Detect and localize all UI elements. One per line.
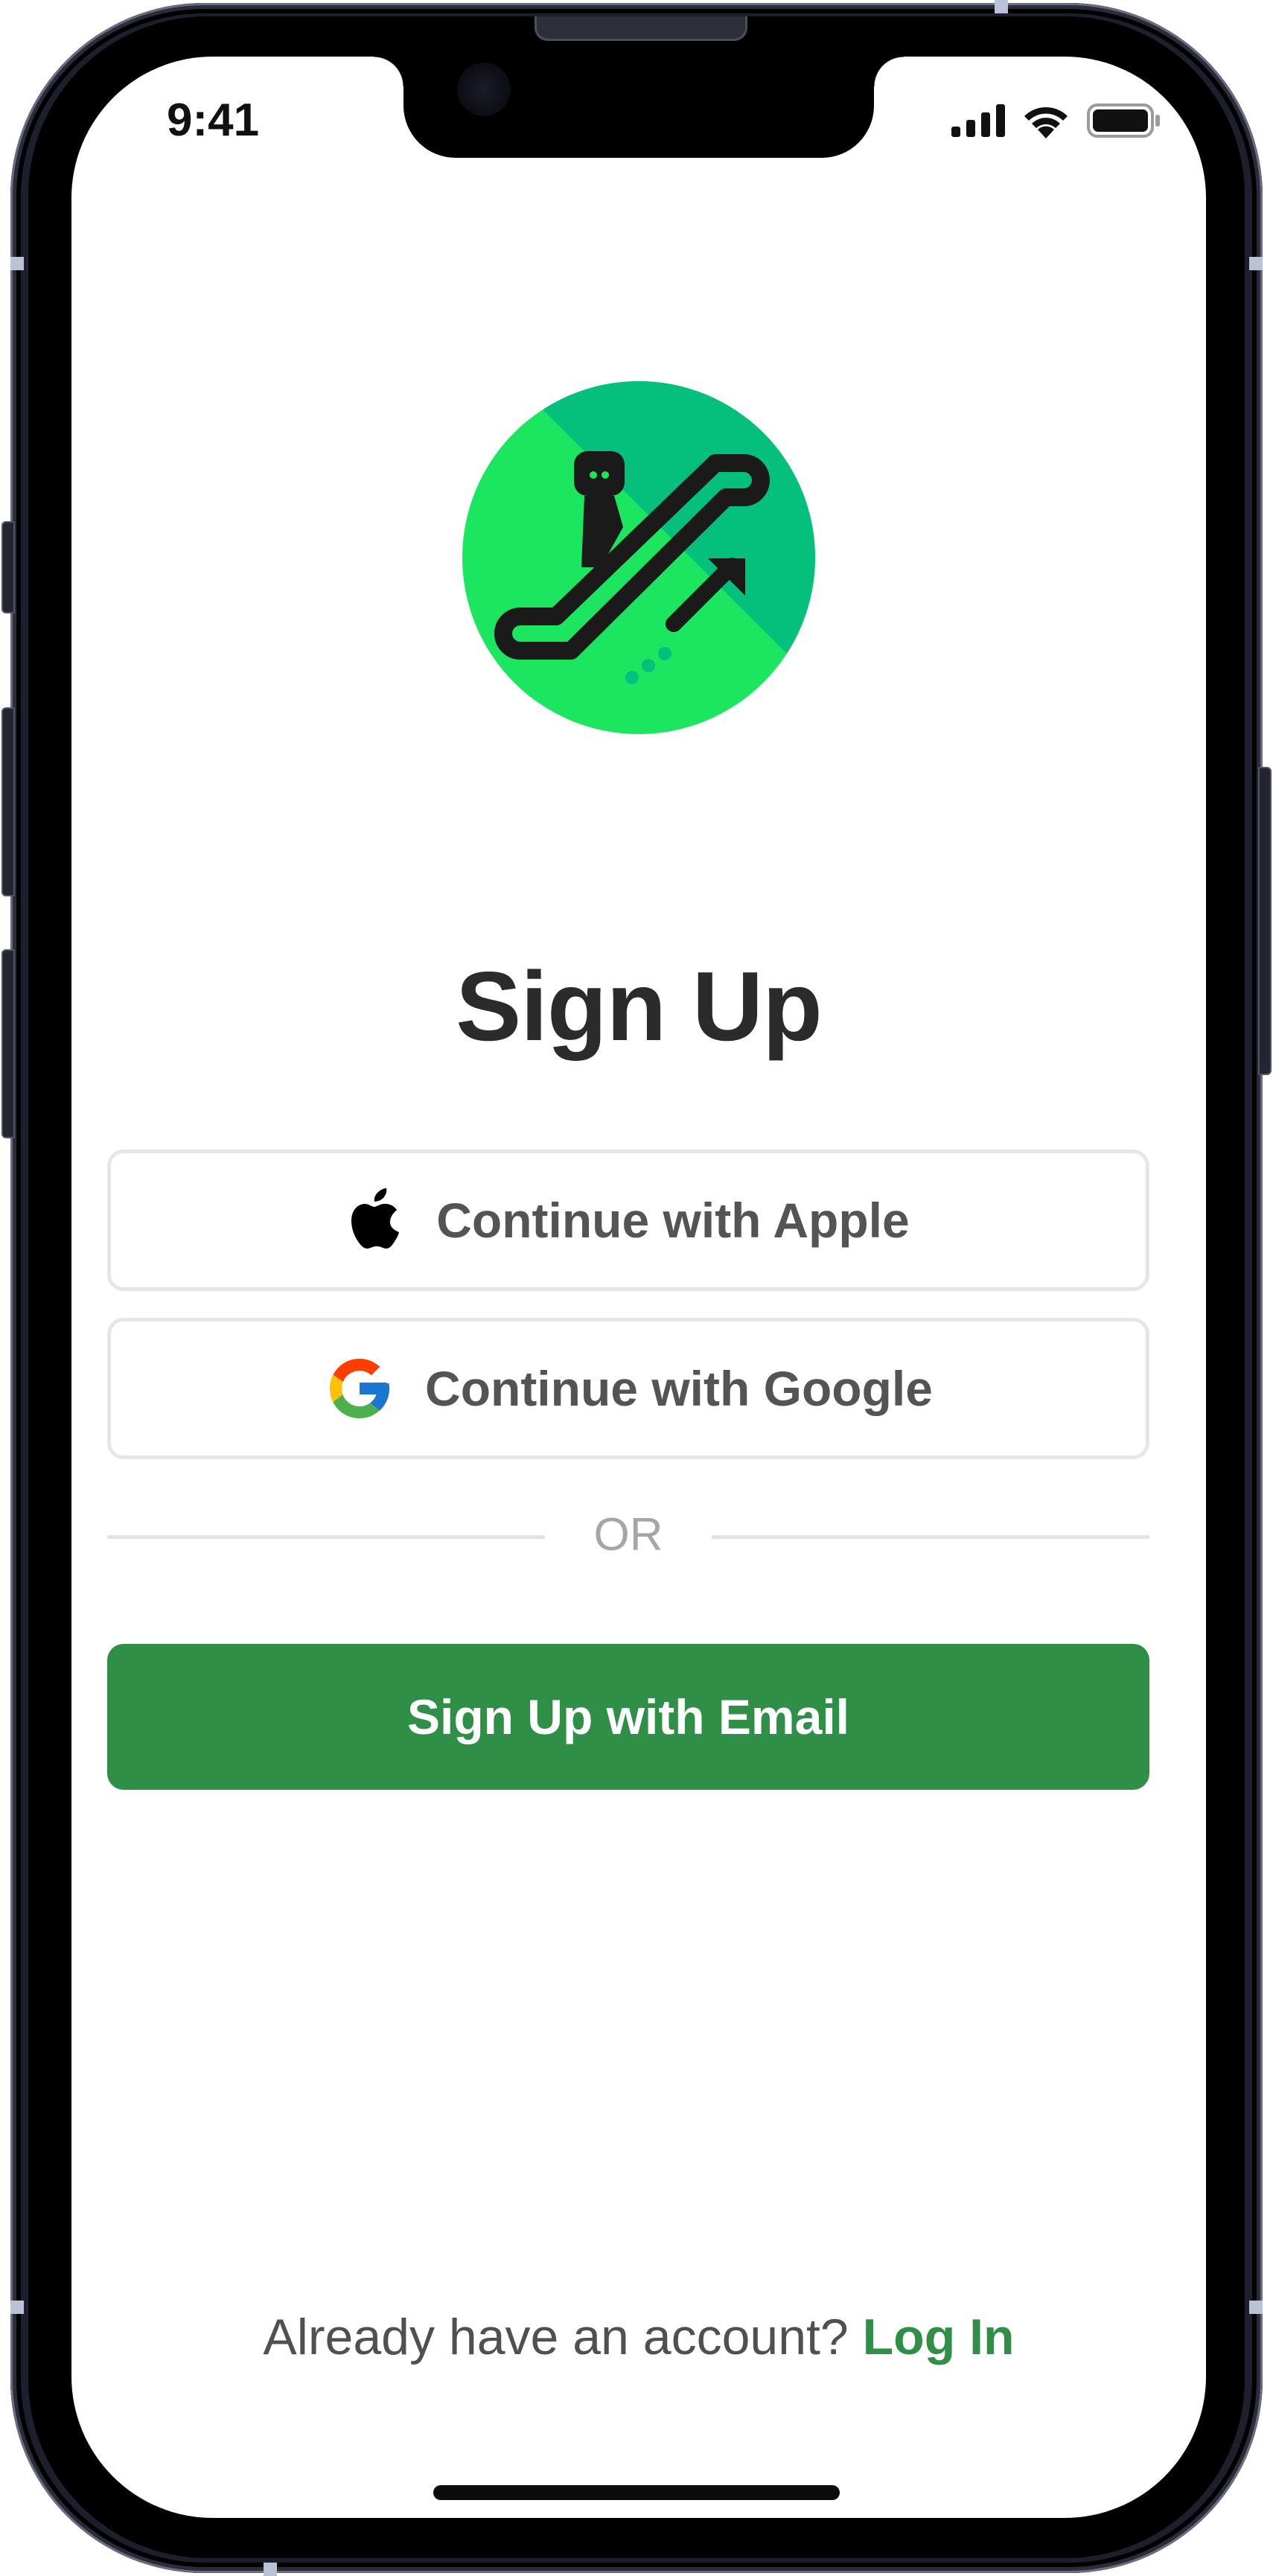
page-title: Sign Up — [456, 951, 823, 1061]
front-camera — [457, 63, 511, 116]
continue-with-apple-label: Continue with Apple — [436, 1193, 910, 1248]
wifi-icon — [1024, 106, 1068, 138]
continue-with-apple-button[interactable]: Continue with Apple — [107, 1150, 1149, 1291]
divider-line-right — [712, 1535, 1149, 1539]
speaker-grille — [535, 16, 747, 41]
status-icons — [951, 103, 1161, 138]
screen: 9:41 Sign Up Continue with Apple Continu… — [71, 57, 1206, 2518]
continue-with-google-button[interactable]: Continue with Google — [107, 1318, 1149, 1459]
home-indicator[interactable] — [433, 2485, 840, 2500]
login-prompt-text: Already have an account? — [263, 2309, 863, 2365]
antenna-band — [1249, 257, 1263, 270]
volume-up-button — [1, 707, 15, 896]
power-button — [1258, 767, 1272, 1075]
antenna-band — [1249, 2301, 1263, 2314]
login-prompt: Already have an account? Log In — [71, 2308, 1206, 2366]
status-time: 9:41 — [167, 95, 260, 146]
antenna-band — [10, 257, 24, 270]
silent-switch — [1, 521, 15, 613]
battery-icon — [1087, 103, 1160, 138]
google-icon — [330, 1359, 390, 1418]
sign-up-with-email-button[interactable]: Sign Up with Email — [107, 1644, 1149, 1790]
escalator-logo-icon — [462, 381, 815, 734]
volume-down-button — [1, 949, 15, 1138]
antenna-band — [995, 0, 1008, 13]
log-in-link[interactable]: Log In — [863, 2309, 1015, 2365]
or-divider: OR — [107, 1486, 1149, 1590]
apple-icon — [351, 1188, 400, 1249]
notch — [374, 57, 904, 158]
antenna-band — [10, 2301, 24, 2314]
cellular-signal-icon — [951, 104, 1005, 137]
antenna-band — [264, 2563, 277, 2576]
continue-with-google-label: Continue with Google — [425, 1361, 933, 1416]
